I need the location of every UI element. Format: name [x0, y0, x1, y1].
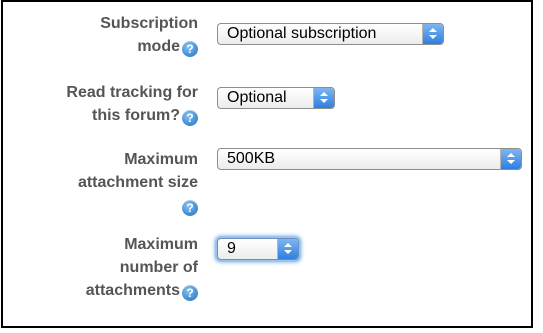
select-arrows-icon	[277, 239, 298, 259]
select-value: Optional	[227, 89, 287, 106]
label-line: attachment size	[77, 174, 198, 191]
forum-settings-panel: Subscription mode? Optional subscription…	[1, 0, 533, 328]
label-line-with-help: mode?	[23, 35, 198, 58]
help-line: ?	[23, 194, 198, 217]
label-line: Subscription	[100, 15, 198, 32]
label-line: Read tracking for	[66, 84, 198, 101]
label-line: number of	[119, 259, 198, 276]
subscription-mode-select[interactable]: Optional subscription	[217, 23, 444, 45]
help-icon[interactable]: ?	[182, 200, 198, 216]
read-tracking-select[interactable]: Optional	[217, 87, 335, 109]
help-icon[interactable]: ?	[182, 41, 198, 57]
select-arrows-icon	[500, 149, 521, 169]
help-icon[interactable]: ?	[182, 285, 198, 301]
label-text: mode	[137, 38, 180, 55]
label-line: Maximum	[124, 151, 198, 168]
label-text: this forum?	[92, 107, 180, 124]
select-value: Optional subscription	[227, 25, 377, 42]
max-attachment-size-label: Maximum attachment size ?	[23, 148, 198, 217]
select-arrows-icon	[422, 24, 443, 44]
select-value: 500KB	[227, 150, 276, 167]
label-line-with-help: this forum??	[23, 104, 198, 127]
read-tracking-label: Read tracking for this forum??	[23, 81, 198, 127]
select-value: 9	[227, 240, 236, 257]
label-text: attachments	[85, 282, 180, 299]
subscription-mode-label: Subscription mode?	[23, 12, 198, 58]
max-attachments-select[interactable]: 9	[217, 238, 299, 260]
label-line: Maximum	[124, 236, 198, 253]
max-attachment-size-select[interactable]: 500KB	[217, 148, 522, 170]
max-attachments-label: Maximum number of attachments?	[23, 233, 198, 302]
label-line-with-help: attachments?	[23, 279, 198, 302]
select-arrows-icon	[313, 88, 334, 108]
help-icon[interactable]: ?	[182, 110, 198, 126]
